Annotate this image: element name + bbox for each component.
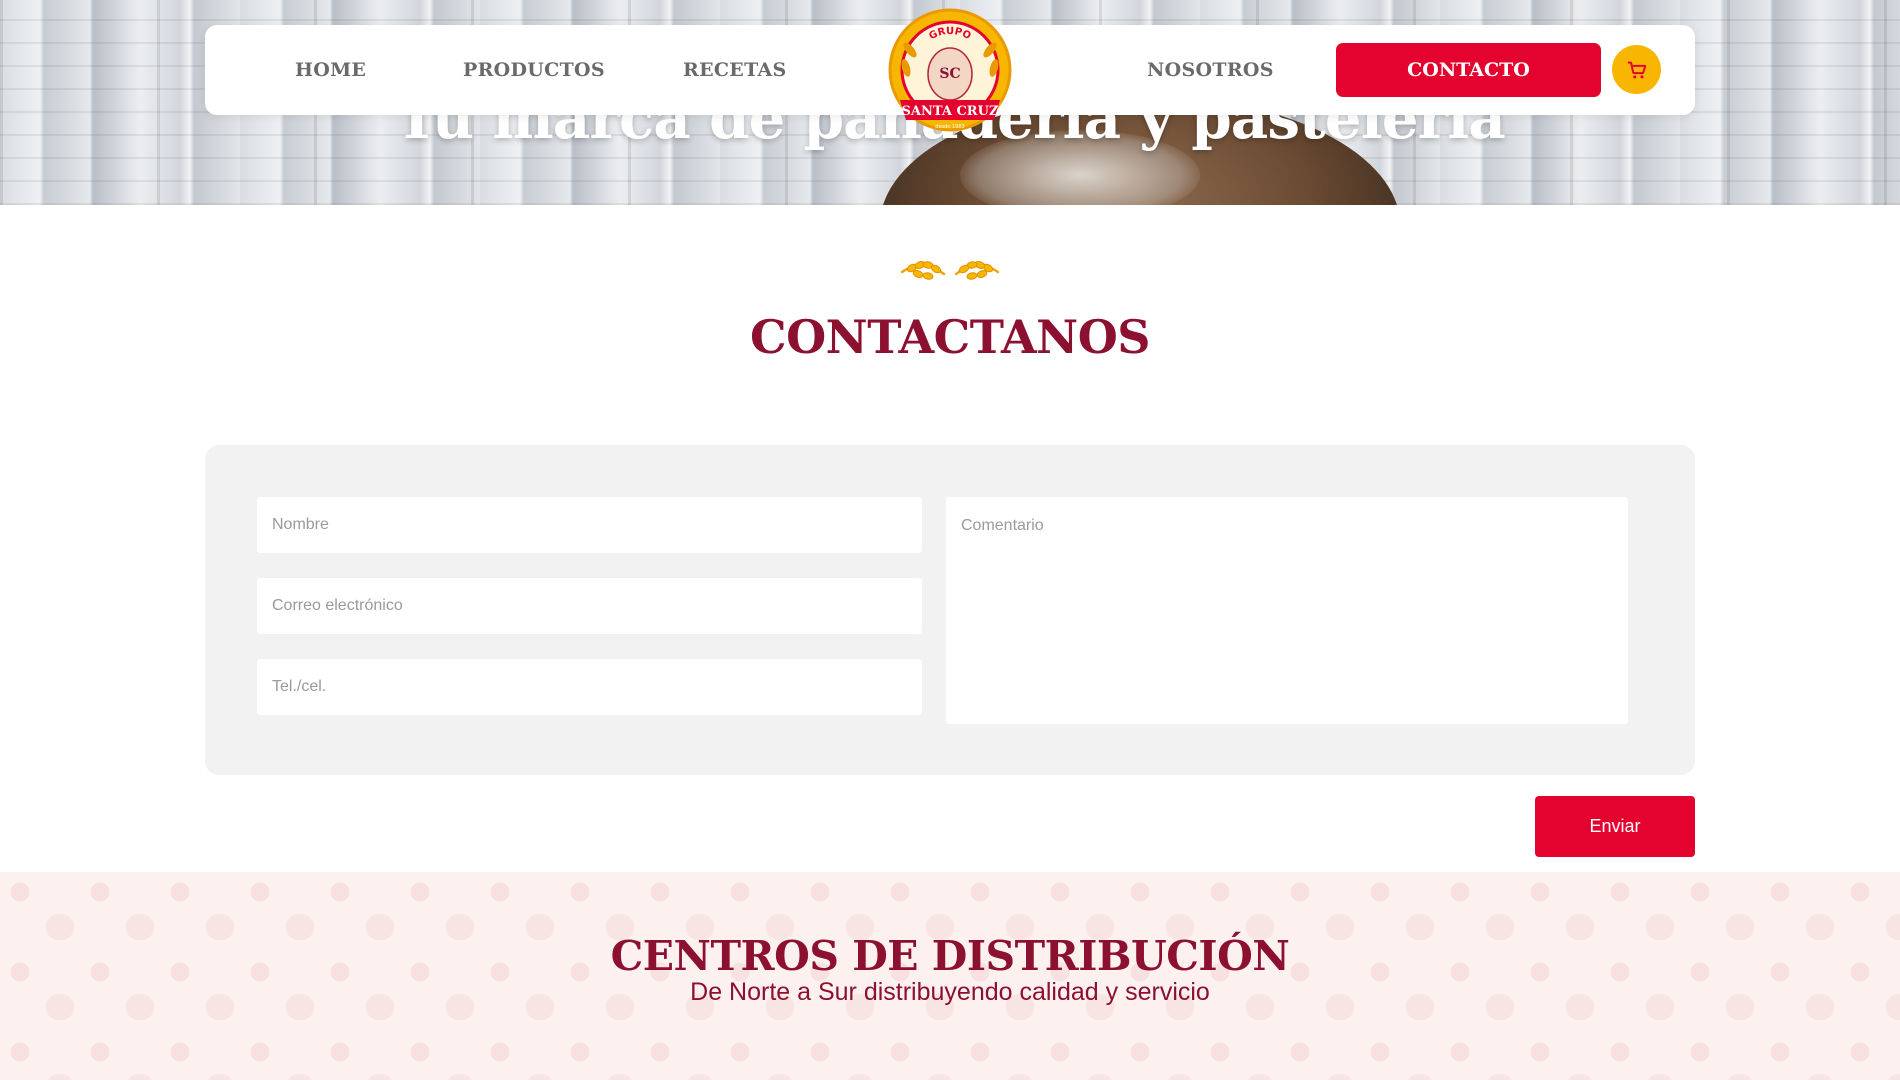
shopping-cart-icon	[1627, 61, 1646, 78]
nav-contacto-button[interactable]: CONTACTO	[1336, 43, 1601, 97]
santa-cruz-logo[interactable]: GRUPO SC SANTA CRUZ desde 1983	[886, 6, 1014, 134]
distribution-subtitle: De Norte a Sur distribuyendo calidad y s…	[690, 978, 1210, 1006]
name-input[interactable]	[257, 497, 922, 553]
contact-form	[205, 445, 1695, 775]
distribution-title: CENTROS DE DISTRIBUCIÓN	[610, 932, 1290, 980]
distribution-section: CENTROS DE DISTRIBUCIÓN De Norte a Sur d…	[0, 872, 1900, 1080]
submit-button[interactable]: Enviar	[1535, 796, 1695, 857]
comment-textarea[interactable]	[946, 497, 1628, 724]
phone-input[interactable]	[257, 659, 922, 715]
nav-home-link[interactable]: HOME	[295, 25, 366, 115]
logo-bottom-text: desde 1983	[935, 124, 964, 130]
page-title: CONTACTANOS	[750, 310, 1151, 364]
email-input[interactable]	[257, 578, 922, 634]
logo-monogram: SC	[939, 66, 960, 82]
nav-productos-link[interactable]: PRODUCTOS	[463, 25, 605, 115]
cart-button[interactable]	[1612, 45, 1661, 94]
nav-recetas-link[interactable]: RECETAS	[683, 25, 787, 115]
nav-nosotros-link[interactable]: NOSOTROS	[1147, 25, 1274, 115]
wheat-icon	[900, 261, 1000, 280]
logo-banner-text: SANTA CRUZ	[902, 104, 999, 119]
